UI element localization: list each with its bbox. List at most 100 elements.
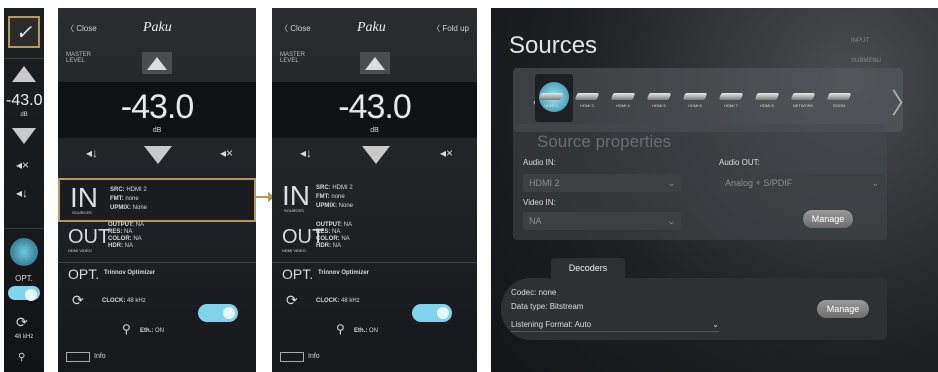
volume-value: -43.0 <box>338 88 412 126</box>
fmt-key: FMT: <box>316 194 330 200</box>
clock-value: 48 kHz <box>341 298 360 304</box>
mute-icon[interactable]: ◂× <box>16 158 29 172</box>
source-item-label: HDMI 2 <box>544 102 558 108</box>
optimizer-toggle[interactable] <box>412 304 452 322</box>
fold-up-button[interactable]: 〈 Fold up <box>432 23 469 34</box>
source-item-hdmi-5[interactable]: HDMI 5 <box>643 86 675 114</box>
rear-label-submenu: SUBMENU <box>851 58 882 64</box>
master-level-label: MASTER LEVEL <box>280 52 306 64</box>
info-icon[interactable] <box>280 352 304 362</box>
hdr-value: NA <box>124 243 134 249</box>
hdmi-icon <box>538 92 564 100</box>
logo-button[interactable]: ✓ <box>8 16 40 48</box>
source-list: HDMI 2 HDMI 3 HDMI 4 HDMI 5 HDMI 6 HDMI … <box>535 86 855 114</box>
res-key: RES: <box>316 229 331 235</box>
source-properties-title: Source properties <box>537 132 672 151</box>
output-key: OUTPUT: <box>316 222 342 228</box>
source-item-hdmi-6[interactable]: HDMI 6 <box>679 86 711 114</box>
source-hdmi-icon[interactable] <box>10 238 38 266</box>
manage-decoders-button[interactable]: Manage <box>817 300 869 318</box>
source-item-label: HDMI 3 <box>580 102 594 108</box>
info-label[interactable]: Info <box>94 353 106 360</box>
volume-display: -43.0 dB <box>272 82 477 138</box>
output-key: OUTPUT: <box>108 222 134 228</box>
info-icon[interactable] <box>66 352 90 362</box>
clock-key: CLOCK: <box>316 298 340 304</box>
manage-button[interactable]: Manage <box>803 210 853 228</box>
video-in-select[interactable]: NA ⌄ <box>523 212 681 230</box>
sources-summary[interactable]: IN SOURCES SRC: HDMI 2 FMT: none UPMIX: … <box>272 178 477 222</box>
divider <box>272 262 477 263</box>
network-icon: ⚲ <box>122 322 131 336</box>
dim-icon[interactable]: ◂↓ <box>86 146 98 160</box>
control-panel-compact: 〈 Close Paku MASTER LEVEL -43.0 dB ◂↓ ◂×… <box>58 8 256 372</box>
hdmi-icon <box>574 92 600 100</box>
source-item-network[interactable]: NETWORK <box>787 86 819 114</box>
src-value: HDMI 2 <box>126 187 147 193</box>
output-value: NA <box>135 222 145 228</box>
source-item-hdmi-3[interactable]: HDMI 3 <box>571 86 603 114</box>
eth-value: ON <box>369 328 379 334</box>
close-button[interactable]: 〈 Close <box>66 23 97 34</box>
control-panel-expanded: 〈 Close Paku 〈 Fold up MASTER LEVEL -43.… <box>272 8 477 372</box>
listening-format-value: Auto <box>574 320 592 329</box>
info-label[interactable]: Info <box>308 353 320 360</box>
divider <box>4 228 44 229</box>
volume-down-button[interactable] <box>12 128 36 144</box>
eth-info: Eth.: ON <box>354 328 378 334</box>
source-item-label: HDMI 5 <box>652 102 666 108</box>
data-type-info: Data type: Bitstream <box>511 302 584 311</box>
volume-up-button[interactable] <box>12 66 36 82</box>
audio-in-select[interactable]: HDMI 2 ⌄ <box>523 174 681 192</box>
source-item-hdmi-8[interactable]: HDMI 8 <box>751 86 783 114</box>
source-item-label: HDMI 7 <box>724 102 738 108</box>
optimizer-name: Trinnov Optimizer <box>104 270 156 276</box>
volume-up-button[interactable] <box>360 52 390 74</box>
mute-icon[interactable]: ◂× <box>440 146 453 160</box>
volume-readout: -43.0 <box>6 92 42 110</box>
volume-down-button[interactable] <box>362 146 390 164</box>
hdmi-icon <box>754 92 780 100</box>
master-level-label: MASTER LEVEL <box>66 52 92 64</box>
network-icon: ⚲ <box>336 322 345 336</box>
source-info: SRC: HDMI 2 FMT: none UPMIX: None <box>316 184 353 211</box>
volume-display: -43.0 dB <box>58 82 256 138</box>
src-key: SRC: <box>110 187 125 193</box>
color-key: COLOR: <box>316 236 340 242</box>
network-icon: ⚲ <box>18 352 26 363</box>
source-item-hdmi-7[interactable]: HDMI 7 <box>715 86 747 114</box>
source-item-label: NETWORK <box>792 102 814 108</box>
close-label: Close <box>76 23 97 33</box>
video-info: OUTPUT: NA RES: NA COLOR: NA HDR: NA <box>108 222 144 250</box>
optimizer-toggle[interactable] <box>8 286 40 301</box>
hdr-key: HDR: <box>108 243 123 249</box>
audio-in-label: Audio IN: <box>523 158 556 167</box>
audio-out-label: Audio OUT: <box>719 158 760 167</box>
tab-decoders[interactable]: Decoders <box>551 258 625 278</box>
audio-out-select[interactable]: Analog + S/PDIF ⌄ <box>719 174 885 192</box>
close-button[interactable]: 〈 Close <box>280 23 311 34</box>
out-sublabel: HDMI VIDEO <box>282 248 306 253</box>
dim-icon[interactable]: ◂↓ <box>300 146 312 160</box>
optimizer-toggle[interactable] <box>198 304 238 322</box>
hdmi-icon <box>718 92 744 100</box>
volume-up-button[interactable] <box>142 52 172 74</box>
dim-icon[interactable]: ◂↓ <box>16 186 28 200</box>
volume-value: -43.0 <box>120 88 195 126</box>
source-item-hdmi-4[interactable]: HDMI 4 <box>607 86 639 114</box>
eth-key: Eth.: <box>140 328 154 334</box>
codec-info: Codec: none <box>511 288 557 297</box>
source-item-hdmi-2[interactable]: HDMI 2 <box>535 86 567 114</box>
volume-down-button[interactable] <box>144 146 172 164</box>
carousel-next-icon[interactable]: 〉 <box>891 82 919 122</box>
fmt-value: none <box>125 196 139 202</box>
listening-format-select[interactable]: Listening Format: Auto ⌄ <box>511 318 719 332</box>
clock-value: 48 kHz <box>14 334 34 340</box>
clock-value: 48 kHz <box>127 298 146 304</box>
upmix-key: UPMIX: <box>316 203 337 209</box>
mute-icon[interactable]: ◂× <box>220 146 233 160</box>
source-item-roon[interactable]: ROON <box>823 86 855 114</box>
sources-summary[interactable]: IN SOURCES SRC: HDMI 2 FMT: none UPMIX: … <box>58 178 256 222</box>
src-value: HDMI 2 <box>332 185 353 191</box>
decoders-panel: Codec: none Data type: Bitstream Listeni… <box>501 278 887 340</box>
